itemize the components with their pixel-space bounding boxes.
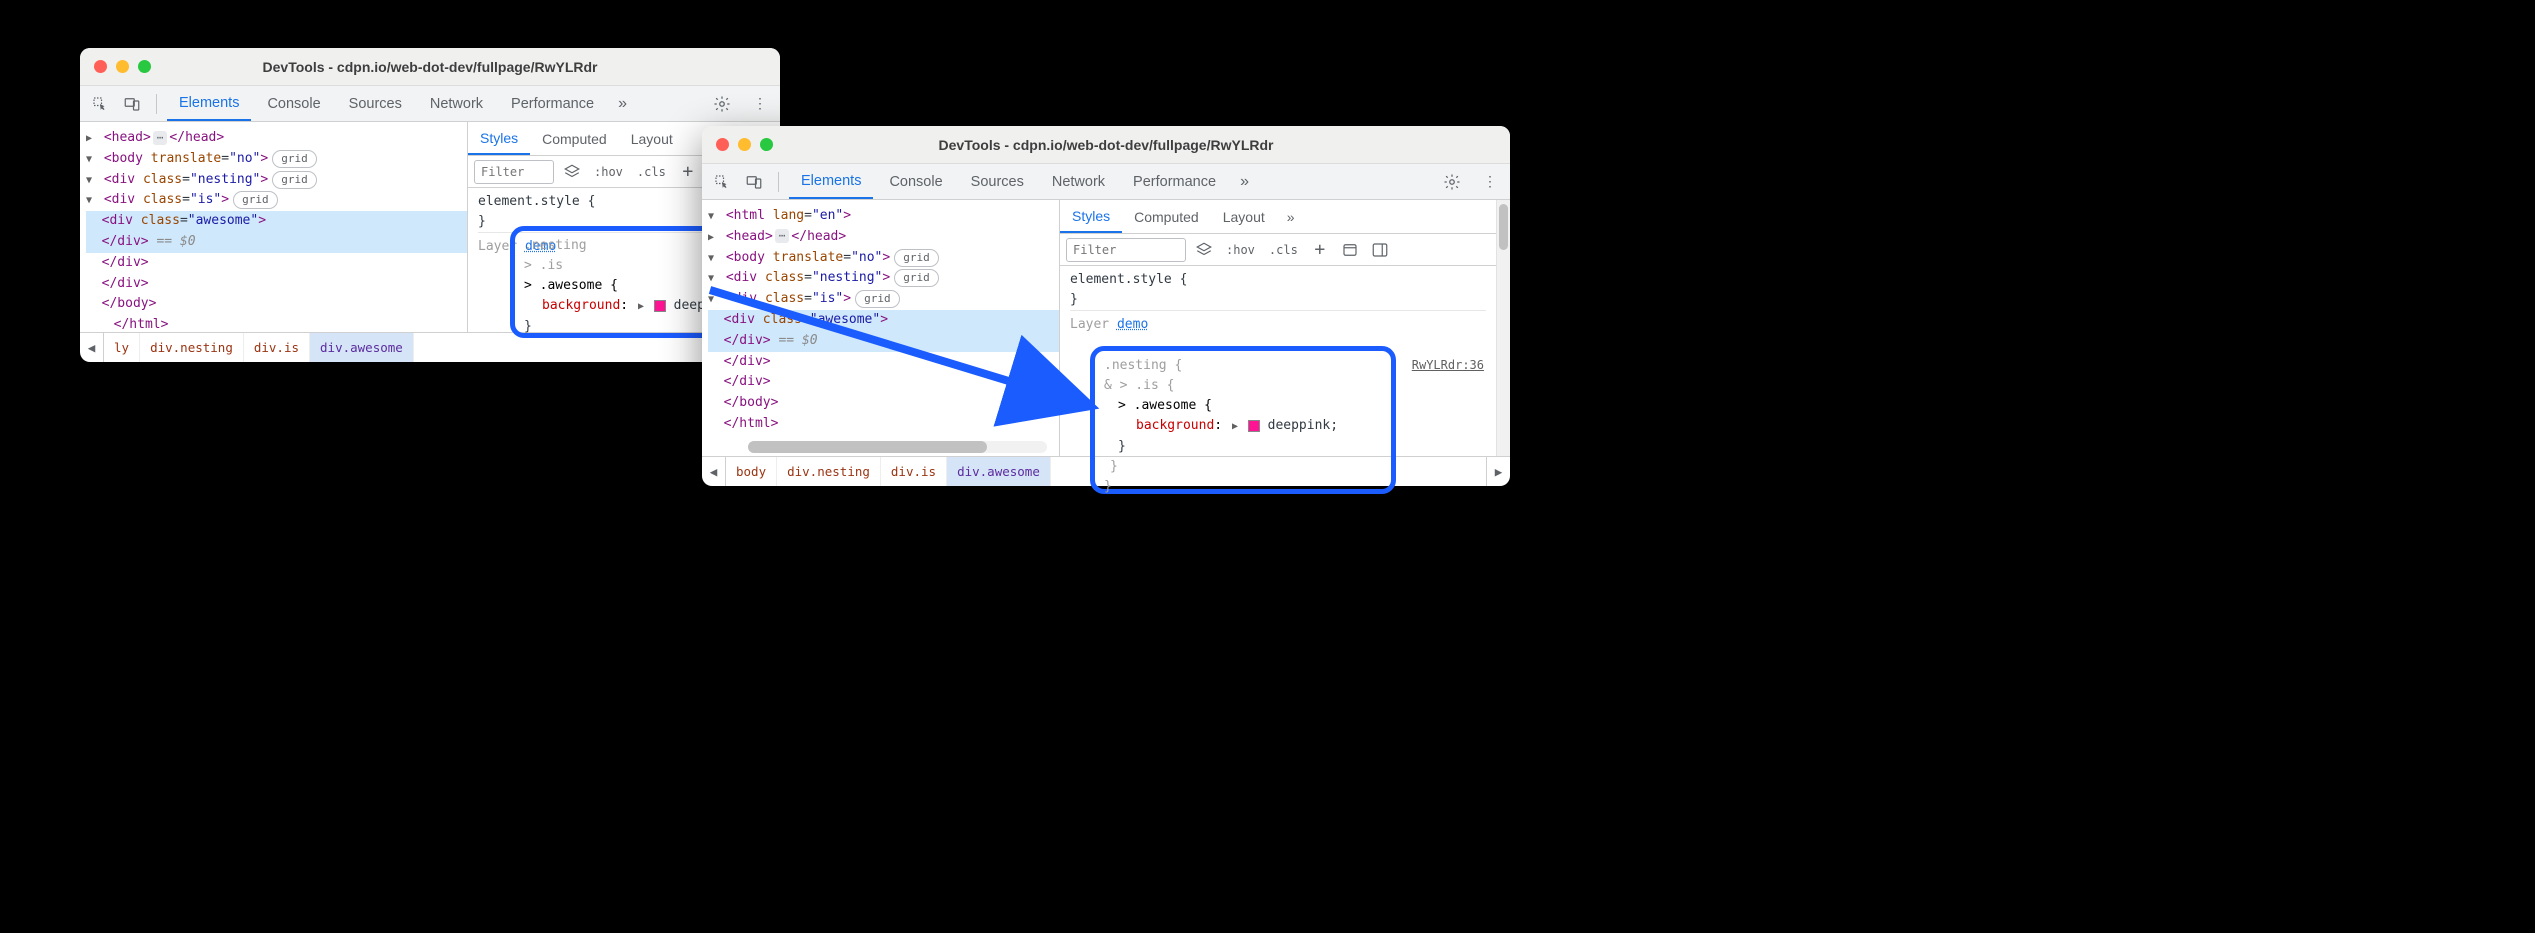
hov-button[interactable]: :hov (590, 165, 627, 179)
chevron-right-icon[interactable]: » (1277, 209, 1305, 225)
styles-tab-styles[interactable]: Styles (1060, 201, 1122, 233)
window-controls (702, 138, 773, 151)
titlebar: DevTools - cdpn.io/web-dot-dev/fullpage/… (80, 48, 780, 86)
layer-link[interactable]: demo (1117, 317, 1148, 332)
tab-network[interactable]: Network (1040, 166, 1117, 198)
dom-tree[interactable]: <head>⋯</head> <body translate="no">grid… (80, 122, 468, 332)
grid-badge[interactable]: grid (272, 150, 317, 168)
chevron-left-icon[interactable]: ◀ (702, 457, 726, 486)
plus-icon[interactable]: + (676, 160, 700, 184)
chevron-down-icon[interactable] (86, 149, 96, 170)
chevron-right-icon[interactable] (708, 227, 718, 248)
inspect-icon[interactable] (86, 90, 114, 118)
selected-dom-node-close[interactable]: </div> == $0 (708, 331, 1059, 352)
element-style-rule[interactable]: element.style { (1070, 270, 1486, 290)
horizontal-scrollbar[interactable] (748, 441, 1047, 453)
ellipsis-badge[interactable]: ⋯ (775, 229, 790, 243)
crumb-is[interactable]: div.is (881, 457, 947, 486)
tab-network[interactable]: Network (418, 88, 495, 120)
grid-badge[interactable]: grid (894, 249, 939, 267)
layers-icon[interactable] (1192, 238, 1216, 262)
color-swatch-icon (1248, 420, 1260, 432)
chevron-right-icon[interactable]: » (1232, 173, 1257, 191)
kebab-icon[interactable]: ⋮ (746, 90, 774, 118)
tab-sources[interactable]: Sources (959, 166, 1036, 198)
chevron-down-icon[interactable] (86, 170, 96, 191)
ellipsis-badge[interactable]: ⋯ (153, 131, 168, 145)
window-controls (80, 60, 151, 73)
tab-elements[interactable]: Elements (789, 165, 873, 199)
hov-button[interactable]: :hov (1222, 243, 1259, 257)
main-toolbar: Elements Console Sources Network Perform… (80, 86, 780, 122)
tab-elements[interactable]: Elements (167, 87, 251, 121)
layers-icon[interactable] (560, 160, 584, 184)
color-swatch-icon (654, 300, 666, 312)
grid-badge[interactable]: grid (272, 171, 317, 189)
selected-dom-node[interactable]: <div class="awesome"> (86, 211, 467, 232)
kebab-icon[interactable]: ⋮ (1476, 168, 1504, 196)
chevron-down-icon[interactable] (86, 190, 96, 211)
crumb-body[interactable]: body (726, 457, 777, 486)
highlighted-rule: .nesting { RwYLRdr:36 & > .is { > .aweso… (1104, 356, 1484, 497)
chevron-down-icon[interactable] (708, 289, 718, 310)
styles-tab-styles[interactable]: Styles (468, 123, 530, 155)
cls-button[interactable]: .cls (1265, 243, 1302, 257)
chevron-down-icon[interactable] (708, 268, 718, 289)
crumb-awesome[interactable]: div.awesome (310, 333, 414, 362)
crumb-nesting[interactable]: div.nesting (777, 457, 881, 486)
tab-performance[interactable]: Performance (499, 88, 606, 120)
window-title: DevTools - cdpn.io/web-dot-dev/fullpage/… (702, 137, 1510, 153)
selected-dom-node-close[interactable]: </div> == $0 (86, 232, 467, 253)
tab-console[interactable]: Console (255, 88, 332, 120)
chevron-down-icon[interactable] (708, 206, 718, 227)
window-title: DevTools - cdpn.io/web-dot-dev/fullpage/… (80, 59, 780, 75)
styles-tab-computed[interactable]: Computed (530, 124, 619, 154)
vertical-scrollbar[interactable] (1496, 200, 1510, 456)
styles-tab-computed[interactable]: Computed (1122, 202, 1211, 232)
chevron-right-icon[interactable]: » (610, 95, 635, 113)
styles-tab-layout[interactable]: Layout (1211, 202, 1277, 232)
computed-sidebar-icon[interactable] (1338, 238, 1362, 262)
crumb-awesome[interactable]: div.awesome (947, 457, 1051, 486)
device-toggle-icon[interactable] (740, 168, 768, 196)
selected-dom-node[interactable]: <div class="awesome"> (708, 310, 1059, 331)
inspect-icon[interactable] (708, 168, 736, 196)
close-icon[interactable] (94, 60, 107, 73)
tab-console[interactable]: Console (877, 166, 954, 198)
zoom-icon[interactable] (138, 60, 151, 73)
filter-input[interactable] (474, 160, 554, 184)
main-toolbar: Elements Console Sources Network Perform… (702, 164, 1510, 200)
crumb-body[interactable]: ly (104, 333, 140, 362)
dom-tree[interactable]: <html lang="en"> <head>⋯</head> <body tr… (702, 200, 1060, 456)
zoom-icon[interactable] (760, 138, 773, 151)
gear-icon[interactable] (1438, 168, 1466, 196)
chevron-down-icon[interactable] (708, 248, 718, 269)
crumb-nesting[interactable]: div.nesting (140, 333, 244, 362)
chevron-right-icon[interactable]: ▶ (1486, 457, 1510, 486)
minimize-icon[interactable] (116, 60, 129, 73)
filter-input[interactable] (1066, 238, 1186, 262)
plus-icon[interactable]: + (1308, 238, 1332, 262)
styles-tab-layout[interactable]: Layout (619, 124, 685, 154)
close-icon[interactable] (716, 138, 729, 151)
minimize-icon[interactable] (738, 138, 751, 151)
grid-badge[interactable]: grid (233, 191, 278, 209)
cls-button[interactable]: .cls (633, 165, 670, 179)
chevron-right-icon[interactable] (86, 128, 96, 149)
tab-sources[interactable]: Sources (337, 88, 414, 120)
titlebar: DevTools - cdpn.io/web-dot-dev/fullpage/… (702, 126, 1510, 164)
crumb-is[interactable]: div.is (244, 333, 310, 362)
device-toggle-icon[interactable] (118, 90, 146, 118)
grid-badge[interactable]: grid (855, 290, 900, 308)
tab-performance[interactable]: Performance (1121, 166, 1228, 198)
gear-icon[interactable] (708, 90, 736, 118)
grid-badge[interactable]: grid (894, 269, 939, 287)
chevron-left-icon[interactable]: ◀ (80, 333, 104, 362)
source-link[interactable]: RwYLRdr:36 (1412, 356, 1484, 375)
split-icon[interactable] (1368, 238, 1392, 262)
